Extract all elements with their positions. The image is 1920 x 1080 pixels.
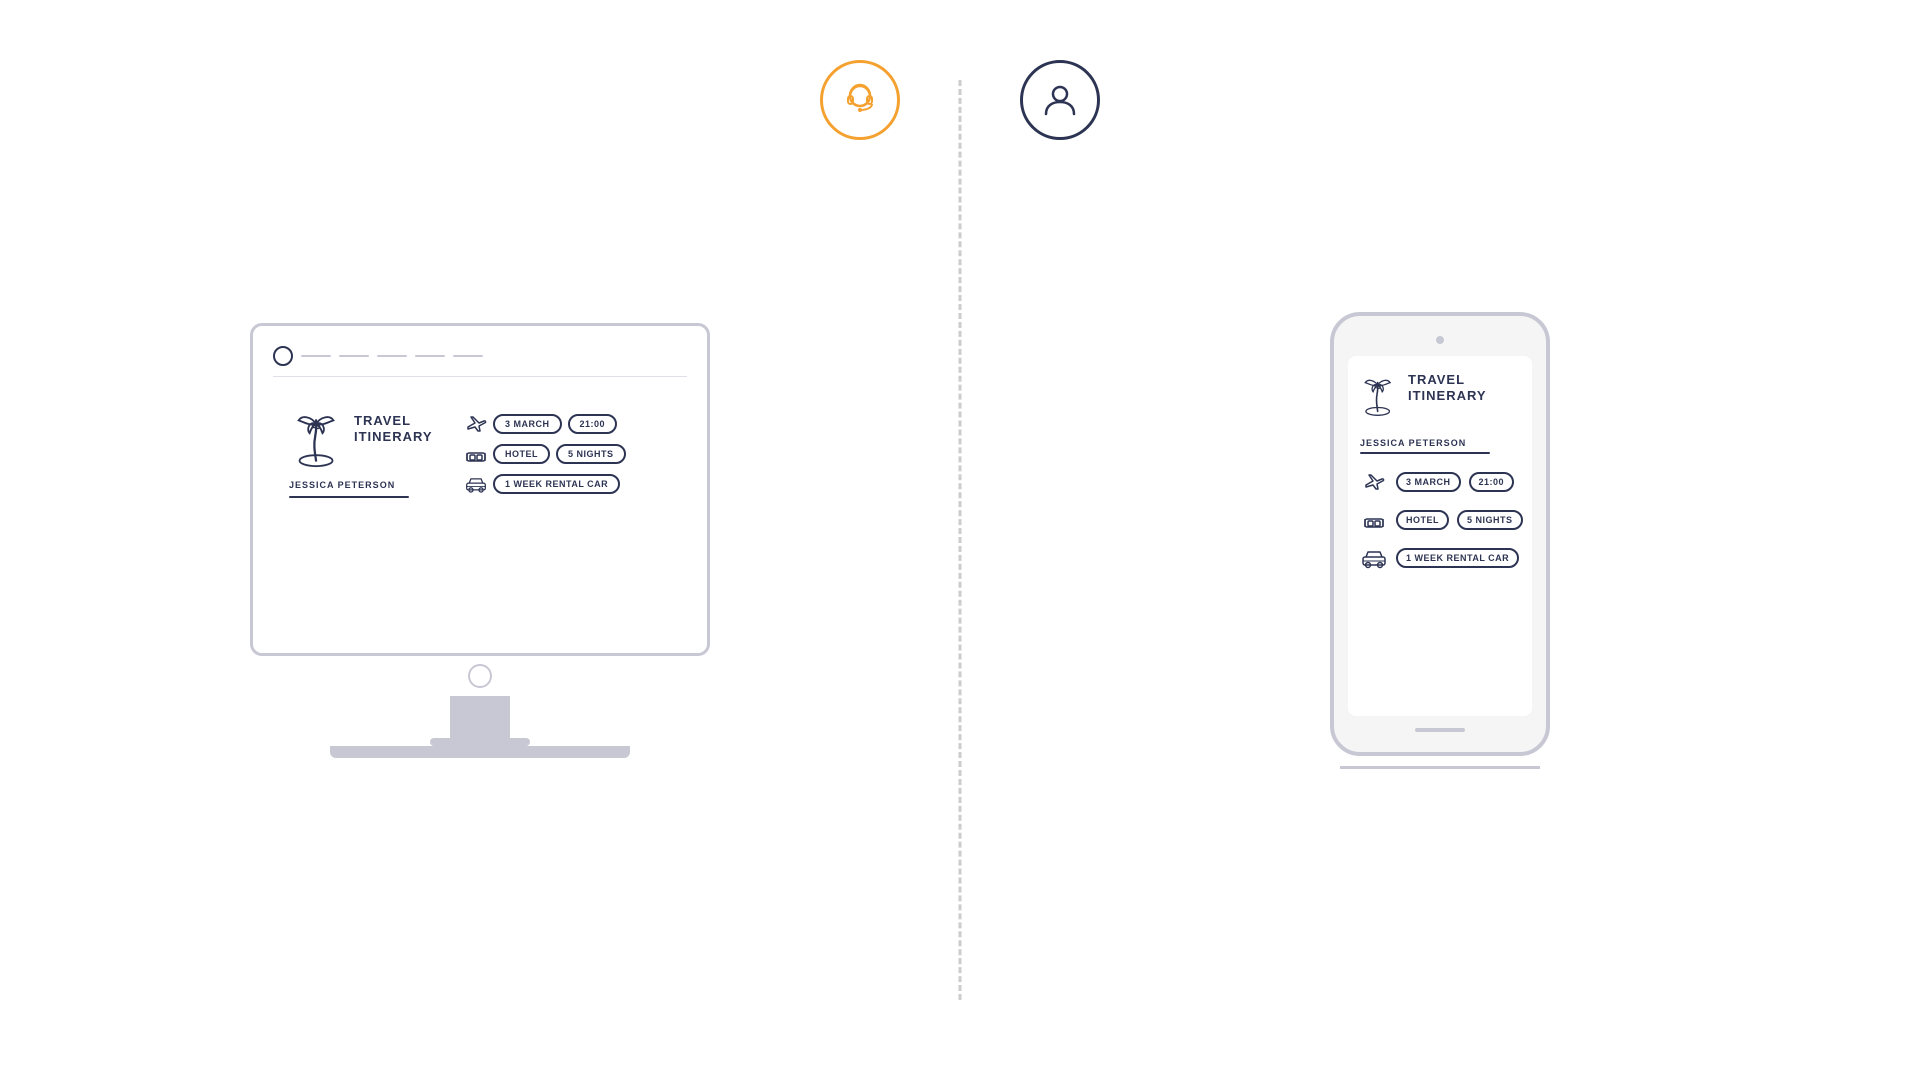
- phone-title-text: TRAVEL ITINERARY: [1408, 372, 1520, 406]
- desktop-monitor: TRAVEL ITINERARY JESSICA PETERSON: [250, 323, 710, 758]
- toolbar-line-1: [301, 355, 331, 357]
- monitor-person-name: JESSICA PETERSON: [289, 480, 449, 490]
- phone-pill-nights: 5 NIGHTS: [1457, 510, 1523, 530]
- left-side: TRAVEL ITINERARY JESSICA PETERSON: [0, 0, 960, 1080]
- monitor-content-inner: TRAVEL ITINERARY JESSICA PETERSON: [289, 413, 671, 510]
- monitor-pill-nights: 5 NIGHTS: [556, 444, 626, 464]
- center-divider: [959, 80, 962, 1000]
- toolbar-line-5: [453, 355, 483, 357]
- monitor-card-left: TRAVEL ITINERARY JESSICA PETERSON: [289, 413, 449, 510]
- phone-card-header: TRAVEL ITINERARY: [1360, 372, 1520, 422]
- monitor-row-plane: 3 MARCH 21:00: [465, 413, 671, 435]
- user-icon: [1040, 80, 1080, 120]
- phone-plane-icon: [1360, 468, 1388, 496]
- toolbar-line-4: [415, 355, 445, 357]
- monitor-stand: [450, 696, 510, 746]
- phone-camera: [1436, 336, 1444, 344]
- monitor-plane-icon: [465, 413, 487, 435]
- phone-pill-hotel: HOTEL: [1396, 510, 1449, 530]
- right-side: TRAVEL ITINERARY JESSICA PETERSON 3 MARC…: [960, 0, 1920, 1080]
- monitor-row-car: 1 WEEK RENTAL CAR: [465, 473, 671, 495]
- monitor-card-right: 3 MARCH 21:00: [465, 413, 671, 510]
- phone-hotel-icon: [1360, 506, 1388, 534]
- phone-car-icon: [1360, 544, 1388, 572]
- phone-stand-line: [1340, 766, 1540, 769]
- phone-row-hotel: HOTEL 5 NIGHTS: [1360, 506, 1520, 534]
- monitor-hotel-icon: [465, 443, 487, 465]
- phone-row-car: 1 WEEK RENTAL CAR: [1360, 544, 1520, 572]
- phone-pill-date: 3 MARCH: [1396, 472, 1461, 492]
- monitor-circle: [468, 664, 492, 688]
- monitor-base: [330, 746, 630, 758]
- monitor-content: TRAVEL ITINERARY JESSICA PETERSON: [273, 393, 687, 633]
- phone-pill-time: 21:00: [1469, 472, 1515, 492]
- mobile-phone: TRAVEL ITINERARY JESSICA PETERSON 3 MARC…: [1330, 312, 1550, 756]
- monitor-card-header: TRAVEL ITINERARY: [289, 413, 449, 468]
- toolbar-line-2: [339, 355, 369, 357]
- phone-screen: TRAVEL ITINERARY JESSICA PETERSON 3 MARC…: [1348, 356, 1532, 716]
- headset-icon: [840, 80, 880, 120]
- monitor-pill-time: 21:00: [568, 414, 618, 434]
- monitor-pill-hotel: HOTEL: [493, 444, 550, 464]
- phone-pill-car: 1 WEEK RENTAL CAR: [1396, 548, 1519, 568]
- phone-palm-icon: [1360, 372, 1396, 422]
- monitor-title: TRAVEL ITINERARY: [354, 413, 449, 447]
- monitor-toolbar: [273, 346, 687, 377]
- support-icon-circle: [820, 60, 900, 140]
- top-icons: [820, 60, 1100, 140]
- monitor-row-hotel: HOTEL 5 NIGHTS: [465, 443, 671, 465]
- phone-person-name: JESSICA PETERSON: [1360, 438, 1520, 448]
- phone-row-plane: 3 MARCH 21:00: [1360, 468, 1520, 496]
- toolbar-line-3: [377, 355, 407, 357]
- monitor-palm-icon: [289, 413, 344, 468]
- main-container: TRAVEL ITINERARY JESSICA PETERSON: [0, 0, 1920, 1080]
- user-icon-circle: [1020, 60, 1100, 140]
- monitor-screen: TRAVEL ITINERARY JESSICA PETERSON: [250, 323, 710, 656]
- phone-home-bar: [1415, 728, 1465, 732]
- monitor-brand-icon: [273, 346, 293, 366]
- monitor-car-icon: [465, 473, 487, 495]
- monitor-underline: [289, 496, 409, 498]
- monitor-pill-car: 1 WEEK RENTAL CAR: [493, 474, 620, 494]
- monitor-stand-area: [250, 656, 710, 758]
- phone-underline: [1360, 452, 1490, 454]
- monitor-pill-date: 3 MARCH: [493, 414, 562, 434]
